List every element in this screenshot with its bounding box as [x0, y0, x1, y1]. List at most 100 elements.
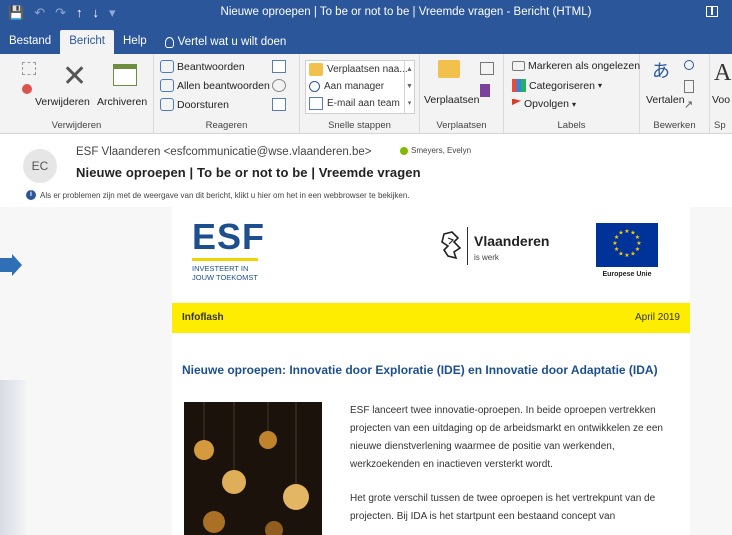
meeting-icon[interactable]: [272, 60, 286, 73]
quick-steps-gallery: Verplaatsen naa... Aan manager E-mail aa…: [305, 60, 415, 114]
vlaanderen-logo[interactable]: Vlaanderen: [474, 233, 549, 249]
sender-address[interactable]: ESF Vlaanderen <esfcommunicatie@wse.vlaa…: [76, 146, 372, 158]
group-label-move: Verplaatsen: [436, 120, 487, 131]
newsletter: ESF INVESTEERT IN JOUW TOEKOMST Vlaander…: [172, 207, 690, 535]
delete-x-icon[interactable]: ✕: [62, 62, 87, 92]
more-respond-icon[interactable]: [272, 98, 286, 111]
presence-online-icon: [400, 146, 408, 155]
forward-button[interactable]: Doorsturen: [160, 98, 229, 111]
recipient-name: Smeyers, Evelyn: [411, 146, 472, 155]
info-bar-text: Als er problemen zijn met de weergave va…: [40, 190, 410, 200]
categorize-label: Categoriseren: [529, 79, 595, 92]
mark-unread-button[interactable]: Markeren als ongelezen: [512, 60, 640, 72]
intro-paragraph-1: ESF lanceert twee innovatie-oproepen. In…: [350, 405, 663, 470]
group-tags: Markeren als ongelezen Categoriseren ▾ O…: [504, 54, 640, 134]
cleanup-icon[interactable]: [22, 84, 32, 94]
esf-logo[interactable]: ESF: [192, 219, 265, 255]
group-label-delete: Verwijderen: [51, 120, 102, 131]
message-subject: Nieuwe oproepen | To be or not to be | V…: [76, 165, 421, 180]
onenote-icon[interactable]: [480, 84, 490, 97]
group-label-respond: Reageren: [205, 120, 248, 131]
arrow-pointer-icon: [0, 254, 22, 276]
message-header: EC ESF Vlaanderen <esfcommunicatie@wse.v…: [0, 135, 732, 207]
tell-me-label: Vertel wat u wilt doen: [177, 36, 287, 48]
cursor-icon[interactable]: ↗: [684, 98, 693, 111]
reply-all-button[interactable]: Allen beantwoorden: [160, 79, 270, 92]
svg-text:★: ★: [624, 252, 629, 259]
move-folder-icon[interactable]: [438, 60, 460, 78]
forward-icon: [160, 98, 174, 111]
issue-date: April 2019: [634, 312, 680, 323]
group-respond: Beantwoorden Allen beantwoorden Doorstur…: [154, 54, 300, 134]
rules-icon[interactable]: [480, 62, 494, 75]
flemish-lion-icon: [441, 231, 462, 260]
quick-step-move-to[interactable]: Verplaatsen naa...: [306, 61, 414, 78]
quick-step-label: Verplaatsen naa...: [327, 64, 408, 75]
quick-step-label: Aan manager: [324, 81, 385, 92]
move-button[interactable]: Verplaatsen: [424, 94, 479, 106]
chevron-down-icon: ▾: [571, 99, 576, 109]
quick-step-label: E-mail aan team: [327, 98, 400, 109]
ignore-icon[interactable]: [22, 62, 36, 75]
search-icon[interactable]: [684, 60, 694, 70]
eu-flag-icon: ★ ★★ ★★★ ★★★ ★★★: [596, 223, 658, 267]
infoflash-label: Infoflash: [182, 312, 224, 323]
esf-tagline-line-1: INVESTEERT IN: [192, 264, 249, 273]
delete-button[interactable]: Verwijderen: [35, 96, 90, 108]
window-title: Nieuwe oproepen | To be or not to be | V…: [220, 6, 592, 18]
category-icon: [512, 79, 526, 92]
avatar[interactable]: EC: [23, 149, 57, 183]
eu-label: Europese Unie: [602, 271, 652, 278]
translate-button[interactable]: Vertalen: [646, 94, 685, 106]
tab-help[interactable]: Help: [114, 30, 156, 54]
reply-all-label: Allen beantwoorden: [177, 79, 270, 92]
quick-steps-scrollbar[interactable]: ▲ ▼ ▾: [404, 61, 414, 113]
translate-icon[interactable]: あ: [652, 62, 670, 82]
group-editing: あ Vertalen ↗ Bewerken: [640, 54, 710, 134]
recipient[interactable]: Smeyers, Evelyn: [400, 146, 471, 155]
vlaanderen-subtitle: is werk: [474, 253, 499, 262]
folder-icon: [309, 63, 323, 76]
ribbon-tabs: Bestand Bericht Help Vertel wat u wilt d…: [0, 26, 732, 54]
envelope-icon: [309, 97, 323, 110]
tab-bericht[interactable]: Bericht: [60, 30, 114, 54]
quick-step-email-team[interactable]: E-mail aan team: [306, 95, 414, 112]
categorize-button[interactable]: Categoriseren ▾: [512, 79, 602, 92]
info-bar[interactable]: i Als er problemen zijn met de weergave …: [26, 190, 410, 200]
infoflash-bar: Infoflash April 2019: [172, 303, 690, 333]
mark-unread-label: Markeren als ongelezen: [528, 60, 641, 72]
read-aloud-button[interactable]: Voo: [712, 94, 730, 106]
group-label-tags: Labels: [557, 120, 586, 131]
follow-up-button[interactable]: Opvolgen ▾: [512, 98, 576, 110]
message-body: ESF INVESTEERT IN JOUW TOEKOMST Vlaander…: [0, 207, 732, 535]
reply-label: Beantwoorden: [177, 60, 245, 73]
forward-label: Doorsturen: [177, 98, 229, 111]
tell-me-search[interactable]: Vertel wat u wilt doen: [156, 30, 296, 54]
arrow-icon: [309, 81, 320, 92]
quick-step-to-manager[interactable]: Aan manager: [306, 78, 414, 95]
archive-button[interactable]: Archiveren: [97, 96, 147, 108]
esf-logo-bar: [192, 258, 258, 261]
follow-up-label: Opvolgen: [524, 98, 569, 110]
svg-text:★: ★: [614, 246, 619, 253]
im-icon[interactable]: [272, 79, 286, 92]
reply-button[interactable]: Beantwoorden: [160, 60, 245, 73]
envelope-icon: [512, 61, 525, 71]
group-move: Verplaatsen Verplaatsen: [420, 54, 504, 134]
group-label-quick-steps: Snelle stappen: [328, 120, 391, 131]
ribbon: ✕ Verwijderen Archiveren Verwijderen Bea…: [0, 54, 732, 134]
title-bar: 💾 ↶ ↷ ↑ ↓ ▾ Nieuwe oproepen | To be or n…: [0, 0, 732, 26]
archive-icon[interactable]: [113, 64, 137, 86]
ribbon-display-options-icon[interactable]: [706, 6, 718, 17]
vlaanderen-divider: [467, 227, 468, 265]
tab-bestand[interactable]: Bestand: [0, 30, 60, 54]
esf-tagline: INVESTEERT IN JOUW TOEKOMST: [192, 264, 258, 282]
article-headline[interactable]: Nieuwe oproepen: Innovatie door Explorat…: [182, 363, 658, 377]
group-delete: ✕ Verwijderen Archiveren Verwijderen: [0, 54, 154, 134]
lightbulb-icon: [164, 36, 174, 48]
reply-all-icon: [160, 79, 174, 92]
chevron-down-icon: ▾: [597, 81, 602, 90]
read-aloud-icon[interactable]: A: [714, 60, 731, 87]
left-margin-shadow: [0, 380, 26, 535]
select-icon[interactable]: [684, 80, 694, 93]
